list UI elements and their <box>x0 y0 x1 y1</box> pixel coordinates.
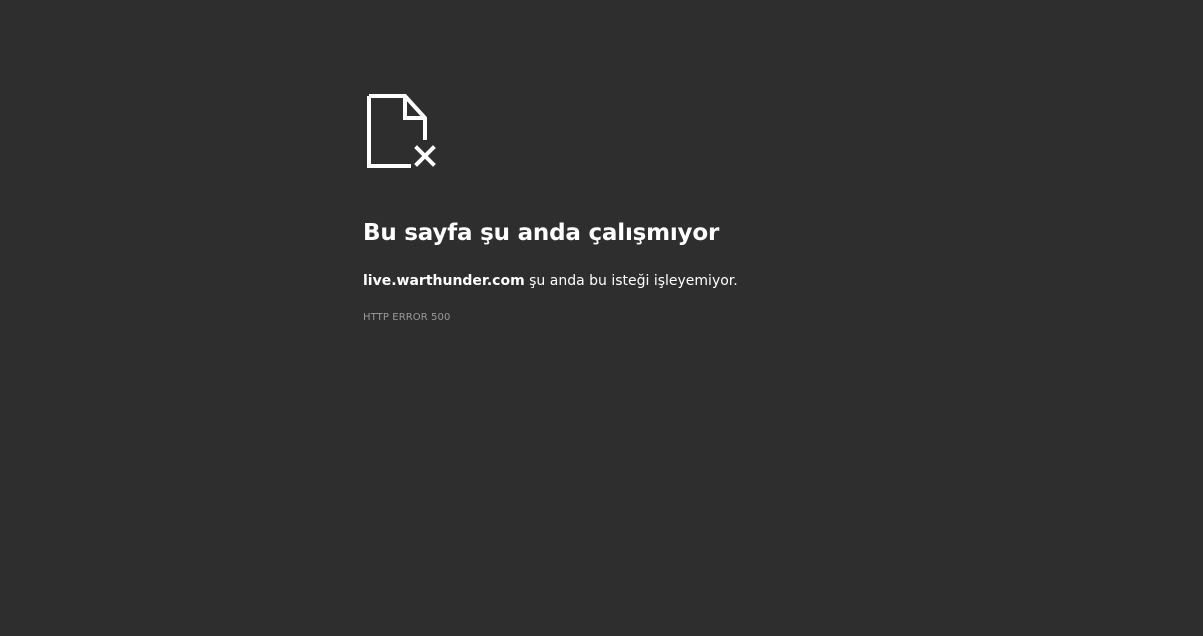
error-page: Bu sayfa şu anda çalışmıyor live.warthun… <box>363 94 1043 325</box>
error-message: live.warthunder.com şu anda bu isteği iş… <box>363 271 1043 291</box>
error-domain: live.warthunder.com <box>363 273 525 289</box>
file-error-icon <box>367 94 436 168</box>
error-message-text: şu anda bu isteği işleyemiyor. <box>524 273 738 289</box>
error-title: Bu sayfa şu anda çalışmıyor <box>363 220 720 246</box>
error-code: HTTP ERROR 500 <box>363 312 451 323</box>
